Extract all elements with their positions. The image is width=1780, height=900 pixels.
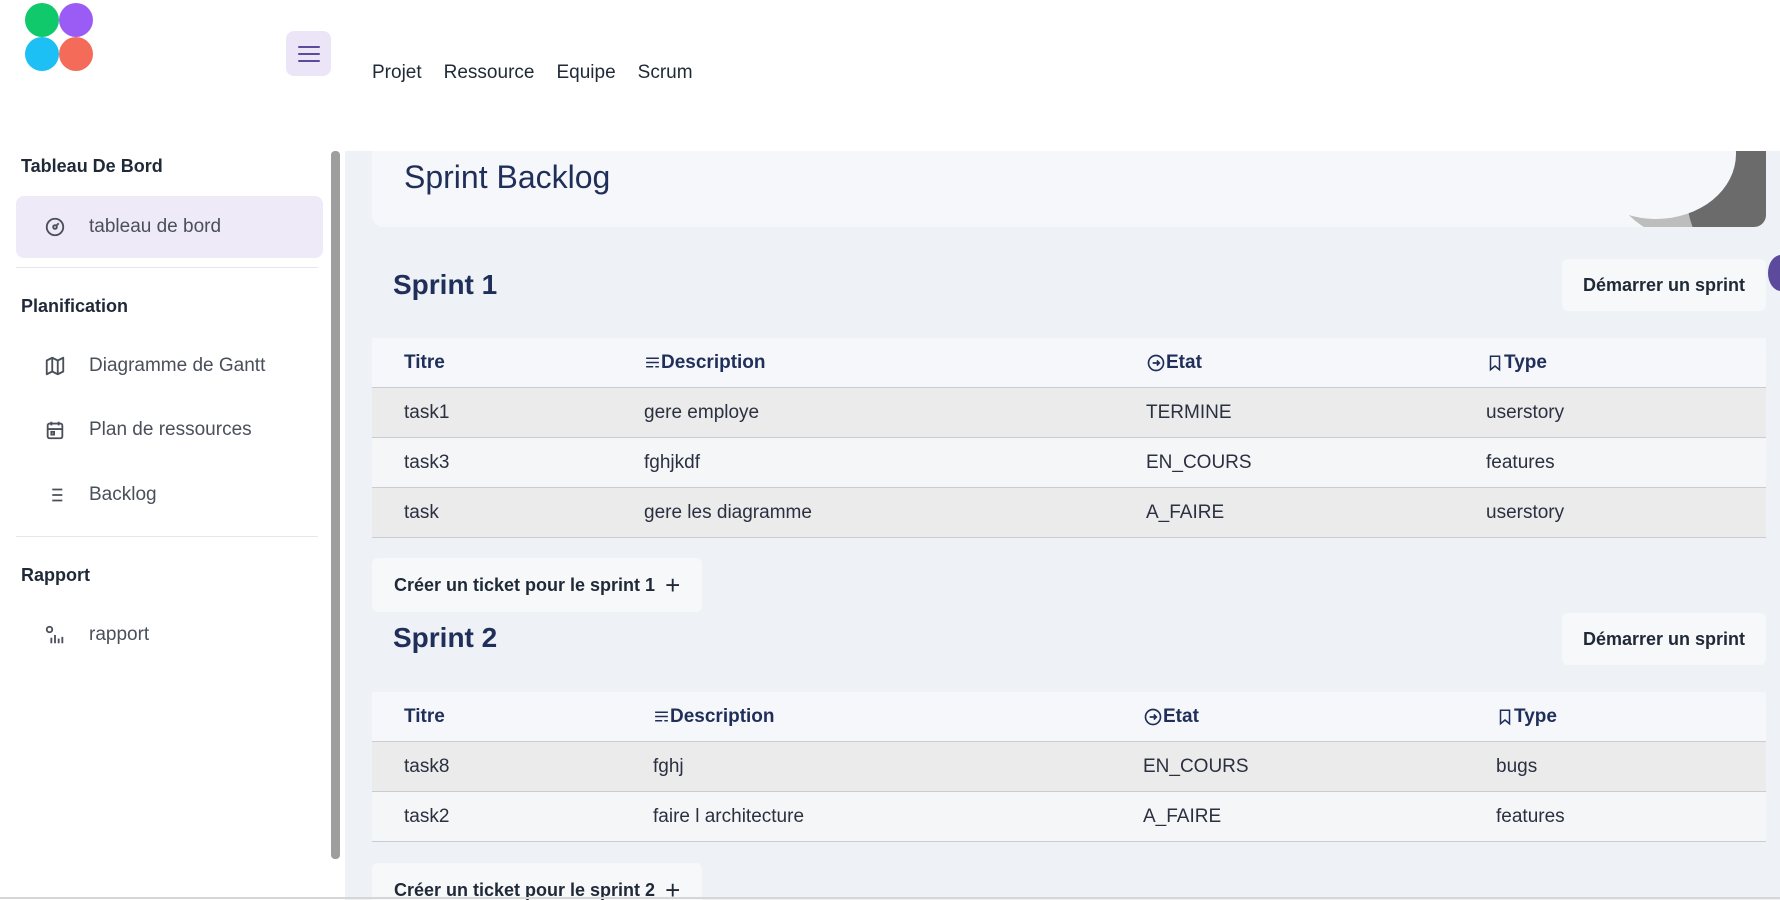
table-row[interactable]: task3 fghjkdf EN_COURS features — [372, 438, 1766, 488]
cell-titre: task — [404, 501, 439, 523]
col-type[interactable]: Type — [1486, 352, 1547, 374]
cell-type: bugs — [1496, 755, 1538, 777]
floating-handle[interactable] — [1768, 255, 1780, 291]
col-label: Titre — [404, 705, 445, 727]
cell-description: gere les diagramme — [644, 501, 812, 523]
col-label: Type — [1504, 351, 1547, 373]
cell-type: features — [1486, 451, 1555, 473]
page-title: Sprint Backlog — [404, 159, 611, 195]
table-row[interactable]: task8 fghj EN_COURS bugs — [372, 742, 1766, 792]
nav-projet[interactable]: Projet — [372, 62, 422, 84]
cell-etat: A_FAIRE — [1143, 805, 1222, 827]
sidebar-item-label: tableau de bord — [89, 216, 222, 237]
start-sprint-button[interactable]: Démarrer un sprint — [1562, 613, 1766, 665]
sidebar-item-label: Backlog — [89, 484, 157, 505]
main-content: Sprint Backlog Sprint 1 Démarrer un spri… — [345, 151, 1780, 900]
logo-dot — [59, 3, 93, 37]
logo-dot — [59, 37, 93, 71]
description-icon — [655, 711, 668, 722]
create-ticket-label: Créer un ticket pour le sprint 1 — [394, 574, 656, 595]
cell-titre: task2 — [404, 805, 450, 827]
col-etat[interactable]: Etat — [1146, 352, 1202, 374]
bookmark-icon — [1499, 709, 1511, 725]
status-arrow-icon — [1147, 354, 1165, 371]
sidebar-section-title: Planification — [21, 296, 129, 316]
sprint-table: Titre Description Etat Type task1 gere e… — [372, 338, 1766, 538]
start-sprint-button[interactable]: Démarrer un sprint — [1562, 259, 1766, 311]
list-icon — [43, 483, 67, 507]
hamburger-icon — [297, 45, 320, 62]
page-header: Sprint Backlog — [372, 151, 1766, 227]
cell-description: faire l architecture — [653, 805, 805, 827]
col-titre[interactable]: Titre — [404, 352, 445, 374]
nav-ressource[interactable]: Ressource — [444, 62, 535, 84]
cell-description: fghjkdf — [644, 451, 700, 473]
cell-titre: task3 — [404, 451, 450, 473]
cell-type: userstory — [1486, 401, 1565, 423]
sidebar-item-rapport[interactable]: rapport — [16, 604, 323, 666]
menu-toggle-button[interactable] — [286, 31, 331, 76]
table-row[interactable]: task1 gere employe TERMINE userstory — [372, 388, 1766, 438]
sidebar-divider — [16, 267, 318, 268]
bookmark-icon — [1489, 355, 1501, 371]
col-label: Titre — [404, 351, 445, 373]
report-chart-icon — [43, 623, 67, 647]
sidebar-divider — [16, 536, 318, 537]
cell-titre: task8 — [404, 755, 450, 777]
sidebar-item-gantt[interactable]: Diagramme de Gantt — [16, 335, 323, 397]
sprint-table: Titre Description Etat Type task8 fghj E… — [372, 692, 1766, 842]
sidebar-section-title: Tableau De Bord — [21, 156, 163, 176]
nav-scrum[interactable]: Scrum — [638, 62, 693, 84]
cell-description: fghj — [653, 755, 684, 777]
sidebar-item-label: Diagramme de Gantt — [89, 355, 266, 376]
sidebar-section-title: Rapport — [21, 565, 90, 585]
col-label: Etat — [1163, 705, 1199, 727]
sidebar: Tableau De Bord tableau de bord Planific… — [0, 151, 340, 900]
dashboard-icon — [43, 215, 67, 239]
table-row[interactable]: task2 faire l architecture A_FAIRE featu… — [372, 792, 1766, 842]
table-row[interactable]: task gere les diagramme A_FAIRE userstor… — [372, 488, 1766, 538]
window-bottom-border — [0, 897, 1780, 899]
cell-etat: EN_COURS — [1143, 755, 1249, 777]
sidebar-item-backlog[interactable]: Backlog — [16, 464, 323, 526]
top-navigation: Projet Ressource Equipe Scrum — [372, 62, 715, 84]
logo-dot — [25, 37, 59, 71]
col-label: Description — [670, 705, 775, 727]
plus-icon: + — [665, 570, 681, 600]
nav-equipe[interactable]: Equipe — [556, 62, 615, 84]
logo-dot — [25, 3, 59, 37]
col-etat[interactable]: Etat — [1143, 706, 1199, 728]
cell-type: userstory — [1486, 501, 1565, 523]
sidebar-item-plan-ressources[interactable]: Plan de ressources — [16, 399, 323, 461]
cell-etat: TERMINE — [1146, 401, 1232, 423]
cell-type: features — [1496, 805, 1565, 827]
map-icon — [43, 354, 67, 378]
table-header-row: Titre Description Etat Type — [372, 338, 1766, 388]
col-description[interactable]: Description — [653, 706, 775, 728]
col-type[interactable]: Type — [1496, 706, 1557, 728]
sidebar-scrollbar[interactable] — [331, 151, 340, 859]
status-arrow-icon — [1144, 708, 1162, 725]
col-titre[interactable]: Titre — [404, 706, 445, 728]
col-label: Etat — [1166, 351, 1202, 373]
sidebar-item-tableau-de-bord[interactable]: tableau de bord — [16, 196, 323, 258]
table-header-row: Titre Description Etat Type — [372, 692, 1766, 742]
col-label: Description — [661, 351, 766, 373]
description-icon — [646, 357, 659, 368]
col-description[interactable]: Description — [644, 352, 766, 374]
app-logo — [25, 3, 95, 73]
sidebar-item-label: Plan de ressources — [89, 419, 252, 440]
sprint-title: Sprint 1 — [393, 269, 498, 300]
cell-etat: A_FAIRE — [1146, 501, 1225, 523]
sidebar-item-label: rapport — [89, 624, 150, 645]
cell-titre: task1 — [404, 401, 450, 423]
sprint-title: Sprint 2 — [393, 622, 498, 653]
col-label: Type — [1514, 705, 1557, 727]
create-ticket-button[interactable]: Créer un ticket pour le sprint 2 + — [372, 863, 703, 900]
cell-etat: EN_COURS — [1146, 451, 1252, 473]
create-ticket-button[interactable]: Créer un ticket pour le sprint 1 + — [372, 558, 703, 612]
calendar-icon — [43, 418, 67, 442]
cell-description: gere employe — [644, 401, 760, 423]
